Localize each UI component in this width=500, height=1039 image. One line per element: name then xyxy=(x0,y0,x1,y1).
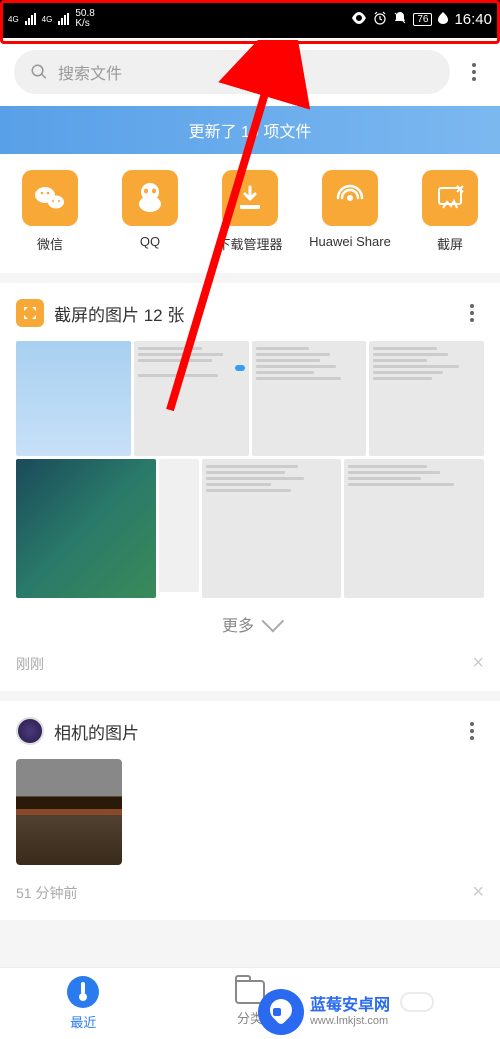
wechat-icon xyxy=(22,170,78,226)
quick-label: 微信 xyxy=(37,234,63,253)
dismiss-button[interactable]: × xyxy=(472,652,484,675)
quick-label: Huawei Share xyxy=(309,234,391,249)
thumbnail[interactable] xyxy=(369,341,484,456)
leaf-icon xyxy=(438,12,448,27)
signal-icon xyxy=(25,13,36,25)
screenshot-section-icon xyxy=(16,299,44,327)
status-bar: 4G 4G 50.8 K/s 76 xyxy=(0,0,500,38)
quick-label: 截屏 xyxy=(437,234,463,253)
quick-item-download[interactable]: 下载管理器 xyxy=(205,170,295,253)
signal-4g-label-2: 4G xyxy=(42,15,53,24)
alarm-icon xyxy=(373,11,387,28)
section-timestamp: 51 分钟前 xyxy=(16,883,77,903)
quick-item-huawei-share[interactable]: Huawei Share xyxy=(305,170,395,253)
download-icon xyxy=(222,170,278,226)
quick-access-section: 快捷访问 更多 更新了 19 项文件 微信 QQ 下载管理器 xyxy=(0,106,500,273)
section-timestamp: 刚刚 xyxy=(16,654,44,674)
section-title: 相机的图片 xyxy=(54,719,139,744)
thumbnail[interactable] xyxy=(202,459,342,599)
watermark-url: www.lmkjst.com xyxy=(310,1015,390,1028)
clock-time: 16:40 xyxy=(454,11,492,28)
section-overflow-button[interactable] xyxy=(460,301,484,325)
update-banner[interactable]: 更新了 19 项文件 xyxy=(0,106,500,154)
chevron-down-icon xyxy=(262,610,285,633)
quick-item-wechat[interactable]: 微信 xyxy=(5,170,95,253)
watermark-title: 蓝莓安卓网 xyxy=(310,996,390,1015)
quick-label: QQ xyxy=(140,234,160,249)
section-overflow-button[interactable] xyxy=(460,719,484,743)
search-placeholder: 搜索文件 xyxy=(58,60,122,84)
status-left: 4G 4G 50.8 K/s xyxy=(8,9,95,29)
screenshot-thumbnails-row1 xyxy=(16,341,484,456)
section-screenshots: 截屏的图片 12 张 xyxy=(0,283,500,691)
thumbnail[interactable] xyxy=(16,459,156,599)
section-title: 截屏的图片 12 张 xyxy=(54,301,184,326)
section-camera: 相机的图片 51 分钟前 × xyxy=(0,701,500,920)
network-speed: 50.8 K/s xyxy=(75,9,94,29)
show-more-button[interactable]: 更多 xyxy=(16,612,484,636)
huawei-share-icon xyxy=(322,170,378,226)
search-input[interactable]: 搜索文件 xyxy=(14,50,450,94)
camera-section-icon xyxy=(16,717,44,745)
screenshot-thumbnails-row2 xyxy=(16,459,484,599)
watermark: 蓝莓安卓网 www.lmkjst.com xyxy=(258,989,390,1035)
search-row: 搜索文件 xyxy=(0,38,500,106)
bell-mute-icon xyxy=(393,11,407,28)
thumbnail[interactable] xyxy=(159,459,199,592)
cloud-icon xyxy=(400,992,434,1012)
thumbnail[interactable] xyxy=(16,759,122,865)
thumbnail[interactable] xyxy=(344,459,484,599)
screenshot-icon xyxy=(422,170,478,226)
qq-icon xyxy=(122,170,178,226)
status-right: 76 16:40 xyxy=(351,11,492,28)
bottom-nav: 最近 分类 xyxy=(0,967,500,1039)
nav-label: 最近 xyxy=(70,1012,96,1031)
quick-label: 下载管理器 xyxy=(217,234,282,253)
overflow-menu-button[interactable] xyxy=(462,60,486,84)
eye-icon xyxy=(351,12,367,27)
thumbnail[interactable] xyxy=(252,341,367,456)
clock-icon xyxy=(67,976,99,1008)
search-icon xyxy=(30,63,48,81)
dismiss-button[interactable]: × xyxy=(472,881,484,904)
battery-indicator: 76 xyxy=(413,13,432,26)
quick-item-screenshot[interactable]: 截屏 xyxy=(405,170,495,253)
signal-4g-label: 4G xyxy=(8,15,19,24)
watermark-logo-icon xyxy=(258,989,304,1035)
signal-icon-2 xyxy=(58,13,69,25)
nav-recent[interactable]: 最近 xyxy=(0,968,167,1039)
quick-item-qq[interactable]: QQ xyxy=(105,170,195,253)
thumbnail[interactable] xyxy=(134,341,249,456)
thumbnail[interactable] xyxy=(16,341,131,456)
